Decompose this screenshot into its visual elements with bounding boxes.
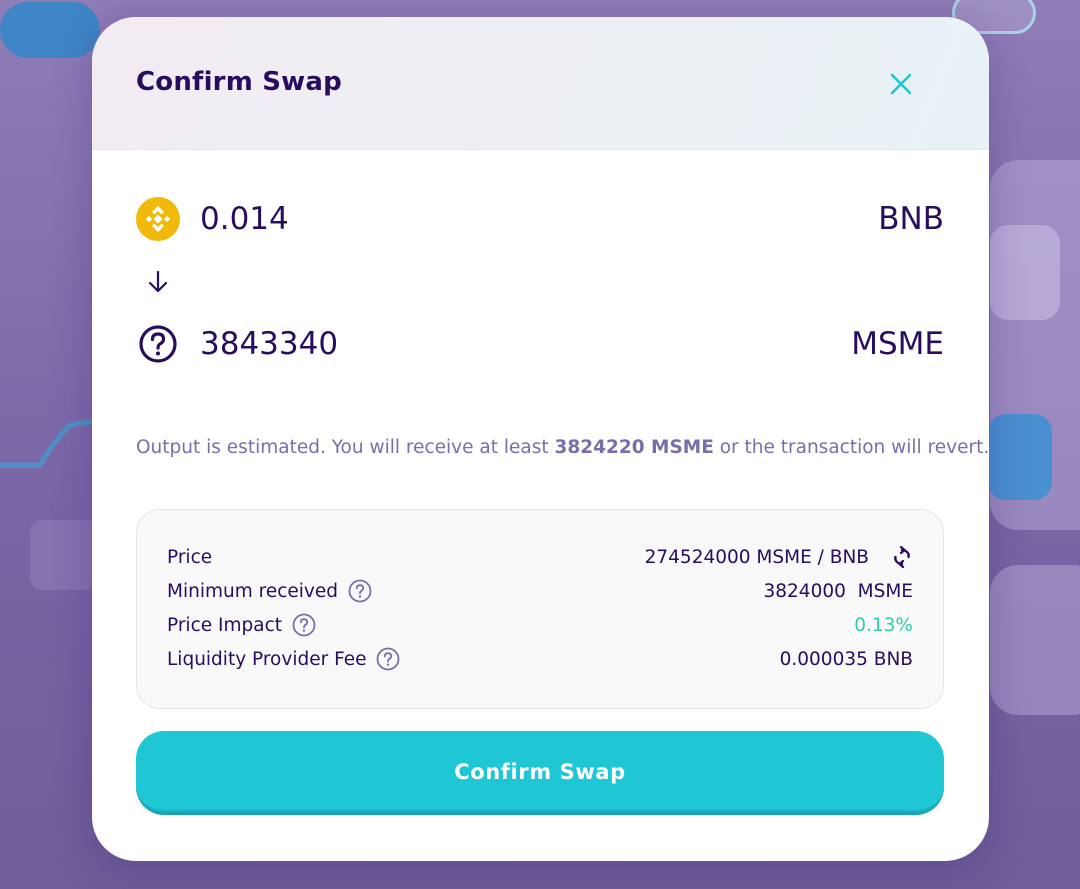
close-icon [890, 73, 912, 95]
modal-title: Confirm Swap [136, 67, 342, 97]
from-token-symbol: BNB [878, 201, 944, 237]
lp-fee-row: Liquidity Provider Fee 0.000035 BNB [167, 642, 913, 676]
background-card-inner [990, 225, 1060, 320]
help-icon[interactable] [292, 613, 316, 637]
minimum-received-label: Minimum received [167, 580, 338, 602]
to-amount: 3843340 [200, 326, 339, 362]
help-icon[interactable] [376, 647, 400, 671]
question-circle-icon [136, 322, 180, 366]
background-block [30, 520, 100, 590]
price-impact-label: Price Impact [167, 614, 282, 636]
price-row: Price 274524000 MSME / BNB [167, 540, 913, 574]
background-chart-line [0, 417, 100, 468]
refresh-icon[interactable] [891, 546, 913, 568]
estimate-note-amount: 3824220 MSME [554, 437, 714, 458]
price-impact-value: 0.13% [854, 614, 913, 636]
help-icon[interactable] [348, 579, 372, 603]
background-button [988, 414, 1052, 500]
estimate-note-suffix: or the transaction will revert. [713, 437, 989, 458]
swap-details-panel: Price 274524000 MSME / BNB Minimum recei… [136, 509, 944, 709]
background-pill [0, 2, 100, 58]
confirm-swap-modal: Confirm Swap 0.014 BNB 3843340 MSME Outp… [92, 17, 989, 861]
minimum-received-value: 3824000 MSME [763, 580, 913, 602]
background-card-lower [990, 565, 1080, 715]
swap-from-row: 0.014 BNB [136, 194, 944, 244]
modal-header: Confirm Swap [92, 17, 989, 150]
price-impact-row: Price Impact 0.13% [167, 608, 913, 642]
estimate-note: Output is estimated. You will receive at… [136, 437, 989, 458]
to-token-symbol: MSME [851, 326, 944, 362]
confirm-swap-button[interactable]: Confirm Swap [136, 731, 944, 815]
lp-fee-value: 0.000035 BNB [779, 648, 913, 670]
price-value: 274524000 MSME / BNB [644, 546, 869, 568]
from-amount: 0.014 [200, 201, 289, 237]
lp-fee-label: Liquidity Provider Fee [167, 648, 367, 670]
bnb-logo-icon [136, 197, 180, 241]
close-button[interactable] [882, 65, 920, 103]
arrow-down-icon [148, 270, 168, 293]
minimum-received-row: Minimum received 3824000 MSME [167, 574, 913, 608]
swap-to-row: 3843340 MSME [136, 319, 944, 369]
price-label: Price [167, 546, 213, 568]
estimate-note-prefix: Output is estimated. You will receive at… [136, 437, 555, 458]
